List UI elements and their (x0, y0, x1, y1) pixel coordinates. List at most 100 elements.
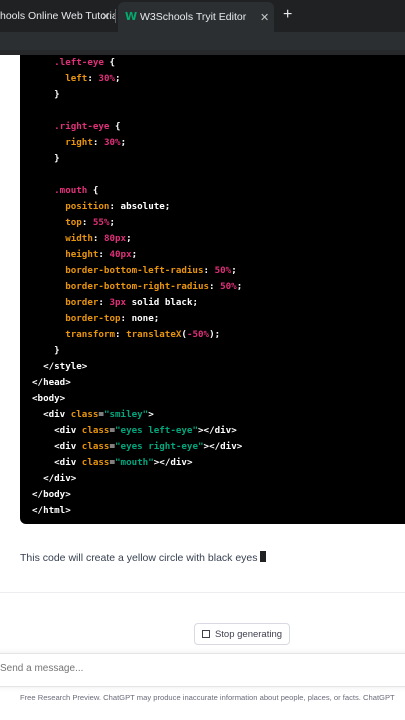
code-token: -50% (186, 329, 210, 340)
code-token: : (115, 329, 127, 340)
code-token: height (65, 249, 99, 260)
code-line: </body> (32, 487, 71, 503)
code-token: : (81, 217, 93, 228)
code-line: </style> (32, 359, 87, 375)
stop-generating-button[interactable]: Stop generating (194, 623, 290, 645)
code-line: transform: translateX(-50%); (32, 327, 220, 343)
tab-title: hools Online Web Tutorials (0, 10, 115, 22)
code-token: </div> (32, 473, 77, 484)
code-token: { (109, 121, 121, 132)
code-line: border-bottom-right-radius: 50%; (32, 279, 242, 295)
code-line: } (32, 87, 60, 103)
code-token: : (92, 233, 104, 244)
code-line: <div class="smiley"> (32, 407, 154, 423)
code-token: ></div> (153, 457, 193, 468)
footer-disclaimer: Free Research Preview. ChatGPT may produ… (20, 693, 395, 702)
code-token: { (87, 185, 99, 196)
code-line: .mouth { (32, 183, 98, 199)
code-token: top (65, 217, 82, 228)
code-token: border (65, 297, 99, 308)
code-token: 80px (103, 233, 127, 244)
code-line: .right-eye { (32, 119, 121, 135)
stop-icon (201, 630, 210, 638)
close-icon[interactable]: ✕ (101, 10, 110, 23)
code-token: : (98, 297, 110, 308)
code-token: : (98, 249, 110, 260)
browser-toolbar (0, 32, 405, 50)
code-token: 3px (109, 297, 127, 308)
code-token: position (65, 201, 110, 212)
code-token: border-bottom-left-radius (65, 265, 204, 276)
code-token: ></div> (198, 425, 237, 436)
code-line: <body> (32, 391, 65, 407)
code-token: : (203, 265, 215, 276)
code-token: .mouth (54, 185, 88, 196)
code-line: } (32, 151, 60, 167)
code-line: </div> (32, 471, 76, 487)
code-token: } (32, 153, 60, 164)
code-line: top: 55%; (32, 215, 115, 231)
tab-w3schools-tryit[interactable]: W W3Schools Tryit Editor ✕ (118, 2, 274, 32)
code-token: class (81, 457, 110, 468)
stop-generating-label: Stop generating (214, 628, 283, 640)
tab-w3schools-tutorials[interactable]: hools Online Web Tutorials ✕ (0, 0, 115, 32)
code-line: </head> (32, 375, 71, 391)
code-token: </body> (32, 489, 71, 500)
code-token: ; (109, 217, 116, 228)
code-token: { (103, 57, 116, 68)
code-token: transform (65, 329, 115, 340)
code-token: .left-eye (54, 57, 104, 68)
code-token: : (92, 137, 104, 148)
tab-title: W3Schools Tryit Editor (140, 11, 247, 23)
code-line: left: 30%; (32, 71, 120, 87)
code-token: : none; (120, 313, 160, 324)
code-line: .left-eye { (32, 55, 115, 71)
code-token: ; (120, 137, 127, 148)
code-token: } (32, 345, 60, 356)
browser-tab-bar: hools Online Web Tutorials ✕ W W3Schools… (0, 0, 405, 32)
code-token: 40px (109, 249, 132, 260)
code-token: <div (32, 441, 82, 452)
code-token: > (148, 409, 154, 420)
code-token: ; (126, 233, 132, 244)
code-line: border-bottom-left-radius: 50%; (32, 263, 237, 279)
code-token: </head> (32, 377, 71, 388)
code-token: translateX (126, 329, 182, 340)
code-token: ></div> (203, 441, 243, 452)
code-token: border-top (65, 313, 121, 324)
code-token: ); (209, 329, 221, 340)
code-line: } (32, 343, 60, 359)
code-token: 30% (98, 73, 116, 84)
message-text: This code will create a yellow circle wi… (20, 552, 258, 564)
code-line: width: 80px; (32, 231, 132, 247)
code-line: height: 40px; (32, 247, 137, 263)
message-input[interactable] (0, 663, 380, 674)
code-token: solid black; (126, 297, 199, 308)
code-token: : (87, 73, 99, 84)
new-tab-icon[interactable]: + (283, 6, 292, 24)
divider (0, 592, 405, 593)
close-icon[interactable]: ✕ (260, 11, 269, 24)
code-token: </style> (32, 361, 88, 372)
code-token: </html> (32, 505, 71, 516)
w3schools-favicon-icon: W (125, 10, 138, 23)
code-block: .left-eye { left: 30%; } .right-eye { ri… (20, 55, 405, 524)
code-token: border-bottom-right-radius (65, 281, 210, 292)
code-token: 30% (103, 137, 121, 148)
code-token: width (65, 233, 93, 244)
code-line: border-top: none; (32, 311, 159, 327)
code-token: 55% (92, 217, 110, 228)
